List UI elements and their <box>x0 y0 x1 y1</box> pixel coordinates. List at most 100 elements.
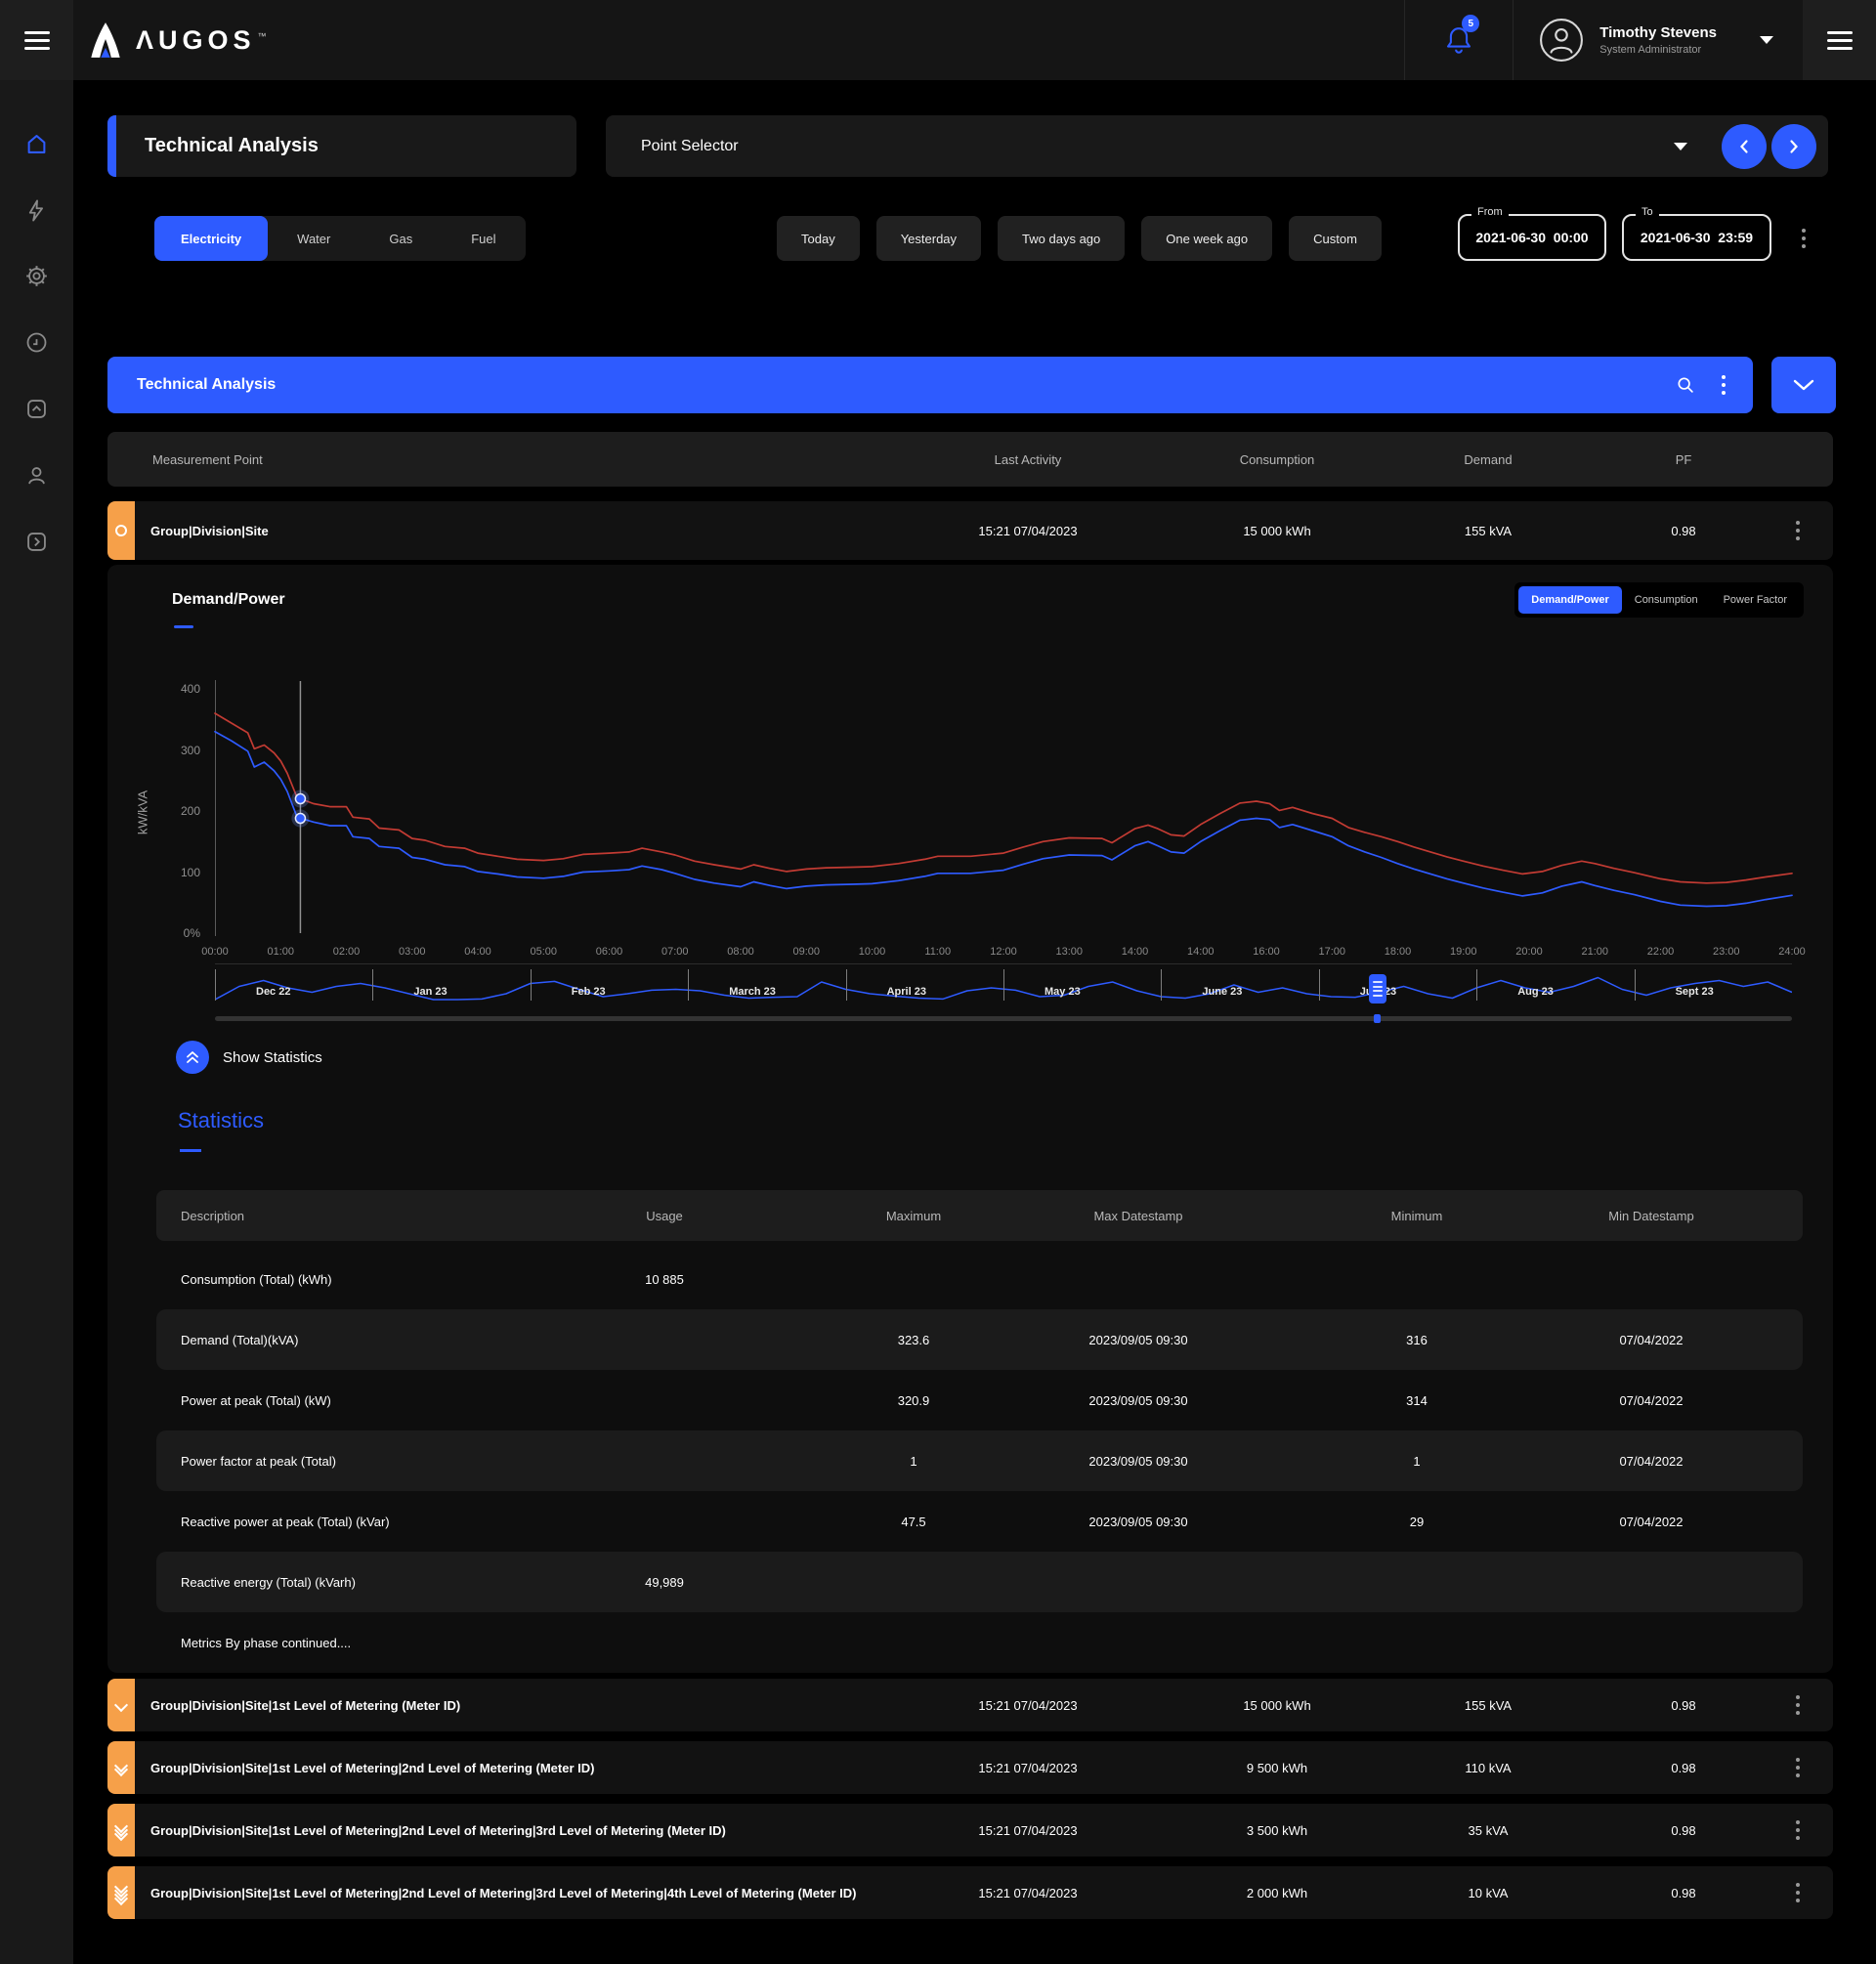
stat-cell-minimum <box>1339 1249 1495 1309</box>
stat-cell-min-datestamp: 07/04/2022 <box>1619 1453 1684 1469</box>
x-tick-label: 13:00 <box>1055 946 1084 958</box>
chart-toggle-consumption[interactable]: Consumption <box>1622 586 1711 614</box>
hamburger-menu-icon <box>23 26 50 55</box>
row-kebab-menu[interactable] <box>1790 1689 1806 1721</box>
section-bar-title: Technical Analysis <box>137 376 277 393</box>
row-kebab-menu[interactable] <box>1790 1877 1806 1908</box>
row-kebab-menu[interactable] <box>1790 1752 1806 1783</box>
timeline-month-june-23: June 23 <box>1202 986 1243 998</box>
stat-cell-maximum <box>835 1249 992 1309</box>
stat-cell-minimum: 29 <box>1409 1514 1425 1529</box>
timeline-scrollbar[interactable] <box>215 1014 1792 1023</box>
date-to-label: To <box>1636 206 1659 218</box>
tab-fuel[interactable]: Fuel <box>442 216 525 261</box>
app-root: ΛUGOS ™ 5 Timothy Stevens System Adminis… <box>0 0 1876 1964</box>
cell-last-activity: 15:21 07/04/2023 <box>978 1697 1078 1713</box>
right-menu-button[interactable] <box>1803 0 1876 80</box>
measurement-row[interactable]: Group|Division|Site 15:21 07/04/2023 15 00… <box>107 501 1833 560</box>
double-chevron-up-icon <box>187 1051 198 1063</box>
column-header-consumption: Consumption <box>1239 451 1315 467</box>
demand-power-chart[interactable] <box>214 681 1793 933</box>
tab-water[interactable]: Water <box>268 216 360 261</box>
date-to-field[interactable]: To 2021-06-30 23:59 <box>1622 206 1771 261</box>
show-statistics-button[interactable]: Show Statistics <box>176 1041 322 1074</box>
x-tick-label: 23:00 <box>1712 946 1740 958</box>
stat-cell-minimum: 314 <box>1406 1392 1428 1408</box>
x-tick-label: 08:00 <box>727 946 754 958</box>
timeline-month-separator <box>372 969 374 1001</box>
timeline-month-jan-23: Jan 23 <box>413 986 448 998</box>
notifications-button[interactable]: 5 <box>1404 0 1514 80</box>
stats-column-header-max-datestamp: Max Datestamp <box>1093 1208 1183 1223</box>
point-next-button[interactable] <box>1771 123 1816 169</box>
measurement-row[interactable]: Group|Division|Site|1st Level of Meterin… <box>107 1804 1833 1857</box>
x-tick-label: 16:00 <box>1253 946 1280 958</box>
cell-pf: 0.98 <box>1671 1697 1696 1713</box>
measurement-row[interactable]: Group|Division|Site|1st Level of Meterin… <box>107 1741 1833 1794</box>
filter-kebab-menu[interactable] <box>1796 223 1812 254</box>
stat-cell-description: Consumption (Total) (kWh) <box>181 1271 332 1287</box>
date-to-value: 2021-06-30 23:59 <box>1640 230 1754 245</box>
page-title: Technical Analysis <box>145 135 319 156</box>
measurement-row[interactable]: Group|Division|Site|1st Level of Meterin… <box>107 1866 1833 1919</box>
date-from-field[interactable]: From 2021-06-30 00:00 <box>1458 206 1606 261</box>
time-filter-today[interactable]: Today <box>777 216 860 261</box>
timeline-divider <box>215 963 1792 964</box>
search-icon[interactable] <box>1675 374 1696 396</box>
cell-pf: 0.98 <box>1671 523 1696 538</box>
sidebar-item-home[interactable] <box>0 120 73 167</box>
user-menu[interactable]: Timothy Stevens System Administrator <box>1514 18 1803 63</box>
sidebar-item-expand[interactable] <box>0 518 73 565</box>
sidebar-toggle-button[interactable] <box>0 0 73 80</box>
chart-toggle-power-factor[interactable]: Power Factor <box>1711 586 1800 614</box>
y-tick-label: 400 <box>180 682 200 696</box>
point-selector-dropdown[interactable]: Point Selector <box>606 115 1828 177</box>
collapse-section-button[interactable] <box>1771 357 1836 413</box>
point-prev-button[interactable] <box>1722 123 1767 169</box>
measurement-row[interactable]: Group|Division|Site|1st Level of Meterin… <box>107 1679 1833 1731</box>
timeline-month-dec-22: Dec 22 <box>256 986 291 998</box>
stat-cell-maximum: 320.9 <box>897 1392 930 1408</box>
time-filter-one-week-ago[interactable]: One week ago <box>1141 216 1273 261</box>
x-tick-label: 14:00 <box>1121 946 1149 958</box>
sidebar-item-history[interactable] <box>0 319 73 365</box>
chart-toggle-demand-power[interactable]: Demand/Power <box>1518 586 1622 614</box>
cell-consumption: 15 000 kWh <box>1243 523 1311 538</box>
section-kebab-menu[interactable] <box>1716 369 1731 401</box>
x-tick-label: 24:00 <box>1778 946 1806 958</box>
stats-column-header-usage: Usage <box>646 1208 683 1223</box>
section-bar[interactable]: Technical Analysis <box>107 357 1753 413</box>
x-tick-label: 21:00 <box>1581 946 1609 958</box>
row-kebab-menu[interactable] <box>1790 515 1806 546</box>
sidebar-item-collapse[interactable] <box>0 385 73 432</box>
timeline-month-feb-23: Feb 23 <box>571 986 606 998</box>
stat-cell-min-datestamp: 07/04/2022 <box>1619 1332 1684 1347</box>
sidebar-item-settings[interactable] <box>0 252 73 299</box>
date-from-value: 2021-06-30 00:00 <box>1475 230 1589 245</box>
y-tick-label: 100 <box>180 865 200 879</box>
tab-electricity[interactable]: Electricity <box>154 216 269 261</box>
show-statistics-label: Show Statistics <box>223 1048 322 1066</box>
timeline-drag-handle[interactable] <box>1368 974 1386 1003</box>
sidebar-item-energy[interactable] <box>0 187 73 234</box>
row-kebab-menu[interactable] <box>1790 1815 1806 1846</box>
cell-consumption: 2 000 kWh <box>1246 1885 1308 1900</box>
x-tick-label: 17:00 <box>1318 946 1346 958</box>
time-filter-two-days-ago[interactable]: Two days ago <box>998 216 1126 261</box>
topbar: ΛUGOS ™ 5 Timothy Stevens System Adminis… <box>0 0 1876 80</box>
commodity-tabs: Electricity Water Gas Fuel <box>154 216 526 261</box>
tab-gas[interactable]: Gas <box>360 216 442 261</box>
chevron-left-icon <box>1740 139 1748 153</box>
timeline-month-aug-23: Aug 23 <box>1517 986 1554 998</box>
y-tick-label: 200 <box>180 804 200 818</box>
sidebar-item-users[interactable] <box>0 451 73 498</box>
stat-cell-max-datestamp <box>1021 1552 1256 1612</box>
measurement-point-name: Group|Division|Site <box>150 523 269 538</box>
expand-right-icon <box>27 532 46 551</box>
x-tick-label: 10:00 <box>858 946 886 958</box>
chevron-level-icon <box>113 1697 129 1713</box>
stat-cell-usage: 10 885 <box>645 1271 684 1287</box>
time-filter-custom[interactable]: Custom <box>1289 216 1382 261</box>
cell-consumption: 9 500 kWh <box>1246 1760 1308 1775</box>
time-filter-yesterday[interactable]: Yesterday <box>875 216 982 261</box>
